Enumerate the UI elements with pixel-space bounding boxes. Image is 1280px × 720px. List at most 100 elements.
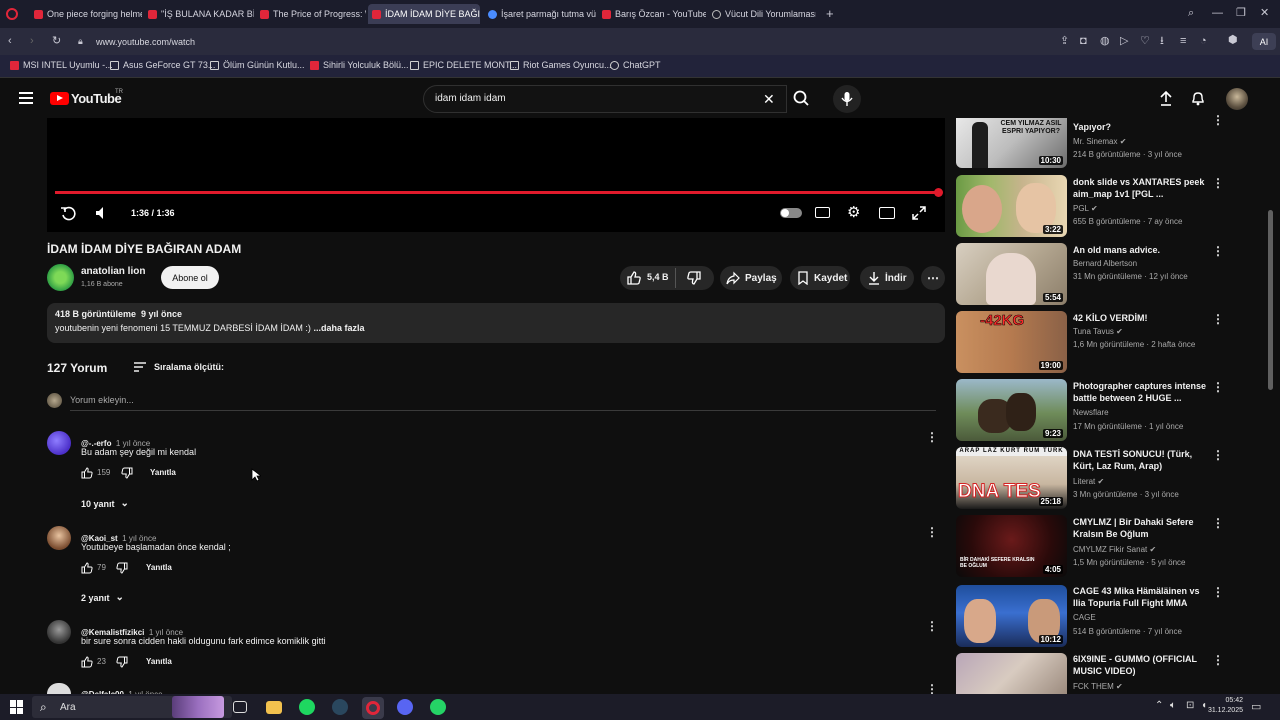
url-field[interactable]: www.youtube.com/watch [96,37,195,47]
task-view-icon[interactable] [233,701,247,713]
comment-menu-icon[interactable]: ⋮ [926,430,938,444]
forward-icon[interactable]: › [30,36,34,47]
tab-vucut-dili[interactable]: Vücut Dili Yorumlaması [708,4,816,24]
bookmark-item[interactable]: EPIC DELETE MONT... [410,60,517,70]
video-thumbnail[interactable]: 9:23 [956,379,1067,441]
volume-button[interactable] [93,205,109,221]
tab-one-piece[interactable]: One piece forging helmet [30,4,142,24]
reply-button[interactable]: Yanıtla [150,468,176,477]
discord-icon[interactable] [397,699,413,715]
recommended-title[interactable]: Photographer captures intense battle bet… [1073,380,1213,404]
comment-like-button[interactable] [81,656,93,668]
recommended-title[interactable]: 42 KİLO VERDİM! [1073,312,1213,324]
tab-idam-active[interactable]: İDAM İDAM DİYE BAĞIRA [368,4,480,24]
recommended-channel[interactable]: CAGE [1073,613,1096,622]
tab-baris-ozcan[interactable]: Barış Özcan - YouTube [598,4,706,24]
tab-is-bulana[interactable]: "İŞ BULANA KADAR BİSİK [144,4,254,24]
save-button[interactable]: Kaydet [790,266,850,290]
opera-taskbar-button[interactable] [362,697,384,719]
player-icon[interactable]: ▷ [1120,36,1128,47]
recommended-title[interactable]: Yapıyor? [1073,121,1213,133]
channel-name[interactable]: anatolian lion [81,266,145,277]
tab-price-of-progress[interactable]: The Price of Progress: Wh [256,4,366,24]
recommended-menu-icon[interactable]: ⋮ [1212,380,1224,394]
share-page-icon[interactable]: ⇪ [1060,36,1069,47]
close-window-icon[interactable]: ✕ [1260,8,1269,19]
steam-icon[interactable] [332,699,348,715]
sort-button[interactable]: Sıralama ölçütü: [133,361,224,373]
channel-avatar[interactable] [47,264,74,291]
dislike-button[interactable] [686,270,702,286]
bookmark-item[interactable]: Asus GeForce GT 73... [110,60,215,70]
speaker-tray-icon[interactable]: 🔈︎ [1170,700,1176,711]
back-icon[interactable]: ‹ [8,36,12,47]
commenter-avatar[interactable] [47,683,71,694]
comment-menu-icon[interactable]: ⋮ [926,619,938,633]
recommended-menu-icon[interactable]: ⋮ [1212,448,1224,462]
more-actions-icon[interactable]: ⋯ [921,266,945,290]
show-replies-button[interactable]: 2 yanıt ⌄ [81,592,124,603]
bookmark-item[interactable]: Sihirli Yolculuk Bölü... [310,60,409,70]
commenter-avatar[interactable] [47,620,71,644]
windows-start-icon[interactable] [10,700,24,714]
recommended-title[interactable]: An old mans advice. [1073,244,1213,256]
network-tray-icon[interactable]: ⊡ [1186,700,1194,711]
upload-button[interactable] [1158,90,1174,106]
clear-search-icon[interactable]: ✕ [763,91,775,108]
recommended-title[interactable]: DNA TESTİ SONUCU! (Türk, Kürt, Laz Rum, … [1073,448,1213,472]
recommended-channel[interactable]: Bernard Albertson [1073,259,1137,268]
recommended-title[interactable]: donk slide vs XANTARES peek aim_map 1v1 … [1073,176,1213,200]
search-button[interactable] [787,85,817,113]
taskbar-clock[interactable]: 05:42 31.12.2025 [1203,696,1243,716]
download-icon[interactable]: ⭳ [1160,36,1164,47]
youtube-logo-text[interactable]: YouTube [71,91,122,106]
minimize-icon[interactable]: — [1212,8,1223,19]
progress-scrubber[interactable] [934,188,943,197]
cube-icon[interactable]: ⬢ [1228,35,1238,46]
comment-like-button[interactable] [81,467,93,479]
comment-menu-icon[interactable]: ⋮ [926,525,938,539]
recommended-menu-icon[interactable]: ⋮ [1212,312,1224,326]
notification-center-icon[interactable]: ▭ [1251,700,1261,713]
video-thumbnail[interactable]: 10:12 [956,585,1067,647]
file-explorer-icon[interactable] [266,701,282,714]
video-player[interactable] [47,118,945,232]
search-input[interactable]: idam idam idam [435,93,506,104]
subtitles-icon[interactable] [815,207,830,218]
commenter-avatar[interactable] [47,526,71,550]
video-thumbnail[interactable] [956,653,1067,694]
bookmark-item[interactable]: ChatGPT [610,60,661,70]
share-button[interactable]: Paylaş [720,266,782,290]
recommended-menu-icon[interactable]: ⋮ [1212,653,1224,667]
tray-chevron-up-icon[interactable]: ⌃ [1155,700,1163,711]
tab-isaret-parmagi[interactable]: İşaret parmağı tutma vücu [484,4,596,24]
reply-button[interactable]: Yanıtla [146,657,172,666]
restore-icon[interactable]: ❐ [1236,8,1246,19]
recommended-channel[interactable]: FCK THEM ✔ [1073,682,1123,691]
replay-button[interactable] [60,205,76,221]
reply-button[interactable]: Yanıtla [146,563,172,572]
subscribe-button[interactable]: Abone ol [161,266,219,289]
commenter-avatar[interactable] [47,431,71,455]
whatsapp-icon[interactable] [430,699,446,715]
ai-button[interactable]: AI [1252,33,1276,50]
video-thumbnail[interactable]: CEM YILMAZ ASIL ESPRI YAPIYOR? 10:30 [956,118,1067,168]
shield-icon[interactable]: ◍ [1100,36,1110,47]
miniplayer-icon[interactable] [879,207,895,219]
comment-dislike-button[interactable] [121,467,133,479]
video-thumbnail[interactable]: ARAP LAZ KÜRT RUM TÜRK DNA TES 25:18 [956,447,1067,509]
video-thumbnail[interactable]: BİR DAHAKİ SEFERE KRALSIN BE OĞLUM 4:05 [956,515,1067,577]
add-comment-input[interactable]: Yorum ekleyin... [70,395,134,405]
recommended-menu-icon[interactable]: ⋮ [1212,176,1224,190]
account-avatar[interactable] [1226,88,1248,110]
opera-logo-icon[interactable] [6,8,18,20]
bookmark-item[interactable]: Riot Games Oyuncu... [510,60,612,70]
recommended-channel[interactable]: CMYLMZ Fikir Sanat ✔ [1073,545,1156,554]
show-replies-button[interactable]: 10 yanıt ⌄ [81,498,129,509]
fullscreen-button[interactable] [911,205,927,221]
page-scrollbar[interactable] [1268,210,1273,390]
reload-icon[interactable]: ↻ [52,36,61,47]
profile-icon[interactable]: ◔ [1200,36,1207,47]
recommended-title[interactable]: 6IX9INE - GUMMO (OFFICIAL MUSIC VIDEO) [1073,653,1213,677]
hamburger-menu-icon[interactable] [19,92,33,104]
